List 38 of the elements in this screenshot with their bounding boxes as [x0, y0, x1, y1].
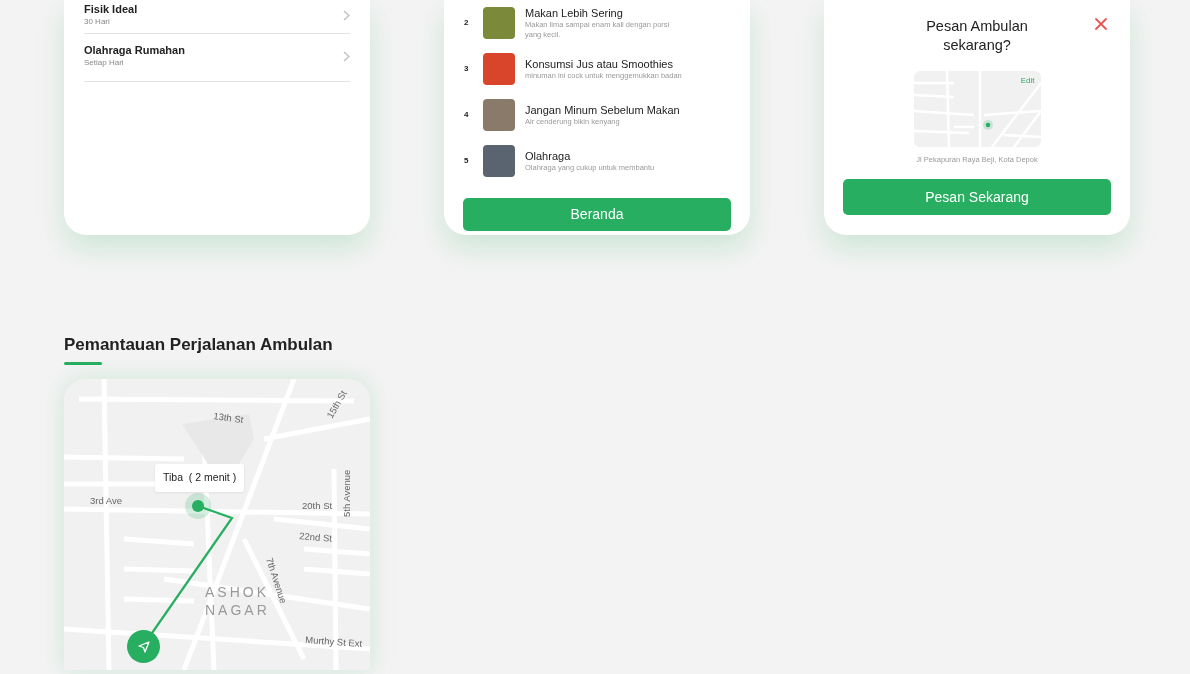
- street-label: 5th Avenue: [341, 470, 352, 518]
- item-number: 4: [464, 109, 470, 121]
- street-label: 20th St: [302, 500, 333, 512]
- street-label: 3rd Ave: [90, 495, 123, 507]
- program-title: Fisik Ideal: [84, 2, 138, 17]
- edit-link[interactable]: Edit: [1020, 74, 1035, 87]
- program-title: Olahraga Rumahan: [84, 43, 185, 58]
- item-number: 5: [464, 155, 470, 167]
- tip-title: Olahraga: [525, 149, 572, 163]
- street-label: Murthy St Ext: [304, 634, 363, 650]
- photo-placeholder: [483, 53, 515, 85]
- arrival-tooltip: Tiba ( 2 menit ): [155, 464, 245, 493]
- tip-title: Makan Lebih Sering: [525, 7, 624, 21]
- home-button[interactable]: Beranda: [463, 198, 731, 231]
- item-number: 3: [464, 63, 470, 75]
- program-item[interactable]: Olahraga Rumahan Setiap Hari: [84, 34, 350, 82]
- chevron-right-icon: [343, 51, 350, 62]
- section-title: Pemantauan Perjalanan Ambulan: [64, 335, 334, 356]
- location-dot: [985, 122, 990, 127]
- photo-placeholder: [483, 145, 515, 177]
- item-number: 2: [464, 17, 470, 29]
- program-item[interactable]: Fisik Ideal 30 Hari: [84, 0, 350, 34]
- program-duration: Setiap Hari: [84, 57, 125, 70]
- tip-title: Jangan Minum Sebelum Makan: [525, 103, 680, 117]
- area-label: ASHOK: [205, 584, 269, 601]
- title-underline: [64, 362, 102, 366]
- street-label: 22nd St: [298, 530, 333, 545]
- area-label: NAGAR: [205, 602, 270, 619]
- order-button[interactable]: Pesan Sekarang: [843, 179, 1111, 215]
- chevron-right-icon: [343, 10, 350, 21]
- navigation-arrow-icon: [137, 640, 150, 653]
- ambulance-location-dot: [185, 493, 211, 520]
- photo-placeholder: [483, 99, 515, 131]
- photo-placeholder: [483, 7, 515, 39]
- dialog-title: Pesan Ambulan sekarang?: [925, 16, 1029, 55]
- program-duration: 30 Hari: [84, 16, 111, 29]
- street-label: 13th St: [212, 410, 245, 426]
- tip-title: Konsumsi Jus atau Smoothies: [525, 57, 674, 71]
